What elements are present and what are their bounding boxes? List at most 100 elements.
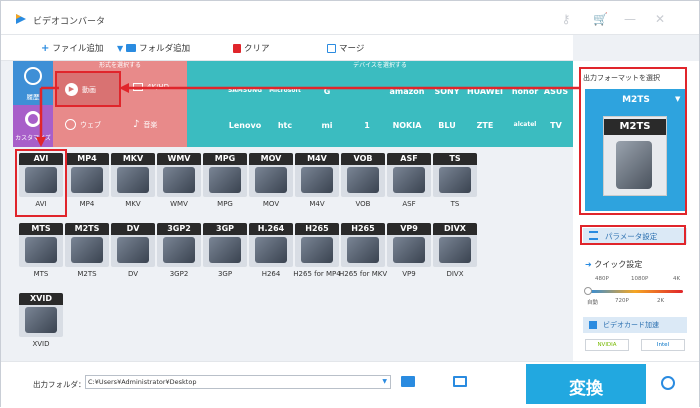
format-mkv[interactable]: MKV MKV: [109, 153, 157, 208]
device-brands-row2-4[interactable]: 1: [347, 121, 387, 130]
format-band-label: VP9: [387, 223, 431, 235]
device-brands-row1-1[interactable]: SAMSUNG: [225, 87, 265, 94]
cart-icon[interactable]: 🛒: [593, 12, 608, 26]
format-h264[interactable]: H.264 H264: [247, 223, 295, 278]
category-hd-label: 4K/HD: [147, 83, 170, 91]
format-name: MTS: [33, 270, 49, 278]
category-web-button[interactable]: ウェブ: [65, 119, 101, 130]
app-window: ビデオコンバータ ⚷ 🛒 — ✕ + ファイル追加 ▼ フォルダ追加 クリア マ…: [0, 0, 700, 407]
device-brands-row2-1[interactable]: Lenovo: [225, 121, 265, 130]
format-xvid[interactable]: XVID XVID: [17, 293, 65, 348]
format-art-icon: [255, 237, 287, 263]
device-brands-row1-2[interactable]: Microsoft: [265, 87, 305, 94]
quality-slider[interactable]: [584, 287, 683, 295]
category-audio-label: 音楽: [143, 120, 158, 129]
format-name: DIVX: [446, 270, 464, 278]
quality-4k: 4K: [673, 276, 681, 282]
format-vob[interactable]: VOB VOB: [339, 153, 387, 208]
format-thumbnail: XVID: [19, 293, 63, 337]
device-brands-row1-6[interactable]: SONY: [427, 87, 467, 96]
add-file-button[interactable]: + ファイル追加: [41, 42, 104, 55]
format-name: 3GP: [217, 270, 233, 278]
alarm-clock-icon[interactable]: [661, 376, 675, 390]
highlight-param-settings: [580, 225, 686, 245]
format-band-label: MKV: [111, 153, 155, 165]
format-thumbnail: MTS: [19, 223, 63, 267]
device-brands-row2-3[interactable]: mi: [307, 121, 347, 130]
category-hd-button[interactable]: 4K/HD: [133, 83, 169, 91]
format-thumbnail: M4V: [295, 153, 339, 197]
history-tab-label: 履歴: [26, 93, 40, 101]
device-brands-row2-6[interactable]: BLU: [427, 121, 467, 130]
format-art-icon: [347, 237, 379, 263]
device-brands-row1-7[interactable]: HUAWEI: [465, 87, 505, 96]
quality-slider-handle[interactable]: [584, 287, 592, 295]
format-band-label: MPG: [203, 153, 247, 165]
format-name: VOB: [355, 200, 371, 208]
format-band-label: DV: [111, 223, 155, 235]
quick-setting: ➜ クイック設定: [585, 259, 642, 270]
output-path-field[interactable]: C:¥Users¥Administrator¥Desktop ▼: [85, 375, 391, 389]
format-thumbnail: TS: [433, 153, 477, 197]
browse-folder-icon[interactable]: [401, 376, 415, 387]
minimize-icon[interactable]: —: [623, 12, 637, 26]
gpu-accel-button[interactable]: ビデオカード加速: [583, 317, 687, 333]
audio-icon: ♪: [133, 119, 140, 130]
format-name: MPG: [217, 200, 233, 208]
add-folder-button[interactable]: ▼ フォルダ追加: [117, 42, 190, 55]
clear-button[interactable]: クリア: [233, 42, 270, 54]
format-3gp[interactable]: 3GP 3GP: [201, 223, 249, 278]
format-3gp2[interactable]: 3GP2 3GP2: [155, 223, 203, 278]
format-name: MP4: [79, 200, 95, 208]
format-art-icon: [393, 237, 425, 263]
device-brands-row2-2[interactable]: htc: [265, 121, 305, 130]
format-thumbnail: MOV: [249, 153, 293, 197]
format-art-icon: [439, 237, 471, 263]
device-brands-row2-9[interactable]: TV: [539, 121, 573, 130]
format-mts[interactable]: MTS MTS: [17, 223, 65, 278]
close-icon[interactable]: ✕: [653, 12, 667, 26]
key-icon[interactable]: ⚷: [559, 12, 573, 26]
format-divx[interactable]: DIVX DIVX: [431, 223, 479, 278]
format-m4v[interactable]: M4V M4V: [293, 153, 341, 208]
format-mpg[interactable]: MPG MPG: [201, 153, 249, 208]
output-folder-label: 出力フォルダ：: [33, 380, 86, 389]
format-mov[interactable]: MOV MOV: [247, 153, 295, 208]
device-brands-row1-3[interactable]: G: [307, 87, 347, 96]
device-brands-row1-5[interactable]: amazon: [387, 87, 427, 96]
category-audio-button[interactable]: ♪ 音楽: [133, 119, 157, 130]
format-mp4[interactable]: MP4 MP4: [63, 153, 111, 208]
device-brands-row1-9[interactable]: ASUS: [539, 87, 573, 96]
format-wmv[interactable]: WMV WMV: [155, 153, 203, 208]
format-band-label: DIVX: [433, 223, 477, 235]
format-thumbnail: MPG: [203, 153, 247, 197]
device-select-header: デバイスを選択する: [353, 62, 407, 69]
format-thumbnail: WMV: [157, 153, 201, 197]
format-ts[interactable]: TS TS: [431, 153, 479, 208]
web-icon: [65, 119, 76, 130]
format-dv[interactable]: DV DV: [109, 223, 157, 278]
gear-icon: [25, 111, 41, 127]
device-brands-row2-7[interactable]: ZTE: [465, 121, 505, 130]
format-band-label: XVID: [19, 293, 63, 305]
format-name: H265 for MP4: [293, 270, 341, 278]
custom-tab[interactable]: カスタマイズ: [13, 105, 53, 147]
convert-button[interactable]: 変換: [526, 364, 646, 404]
format-h265-for-mp4[interactable]: H265 H265 for MP4: [293, 223, 341, 278]
format-art-icon: [347, 167, 379, 193]
format-thumbnail: DV: [111, 223, 155, 267]
add-file-label: ファイル追加: [52, 44, 104, 54]
format-m2ts[interactable]: M2TS M2TS: [63, 223, 111, 278]
format-asf[interactable]: ASF ASF: [385, 153, 433, 208]
merge-button[interactable]: マージ: [327, 42, 364, 54]
hd-icon: [133, 83, 143, 91]
format-band-label: MTS: [19, 223, 63, 235]
format-name: H265 for MKV: [339, 270, 388, 278]
open-folder-icon[interactable]: [453, 376, 467, 387]
format-h265-for-mkv[interactable]: H265 H265 for MKV: [339, 223, 387, 278]
history-tab[interactable]: 履歴: [13, 61, 53, 105]
highlight-output-format: [579, 67, 687, 215]
device-brands-row2-5[interactable]: NOKIA: [387, 121, 427, 130]
path-dropdown-icon[interactable]: ▼: [382, 378, 387, 385]
format-vp9[interactable]: VP9 VP9: [385, 223, 433, 278]
